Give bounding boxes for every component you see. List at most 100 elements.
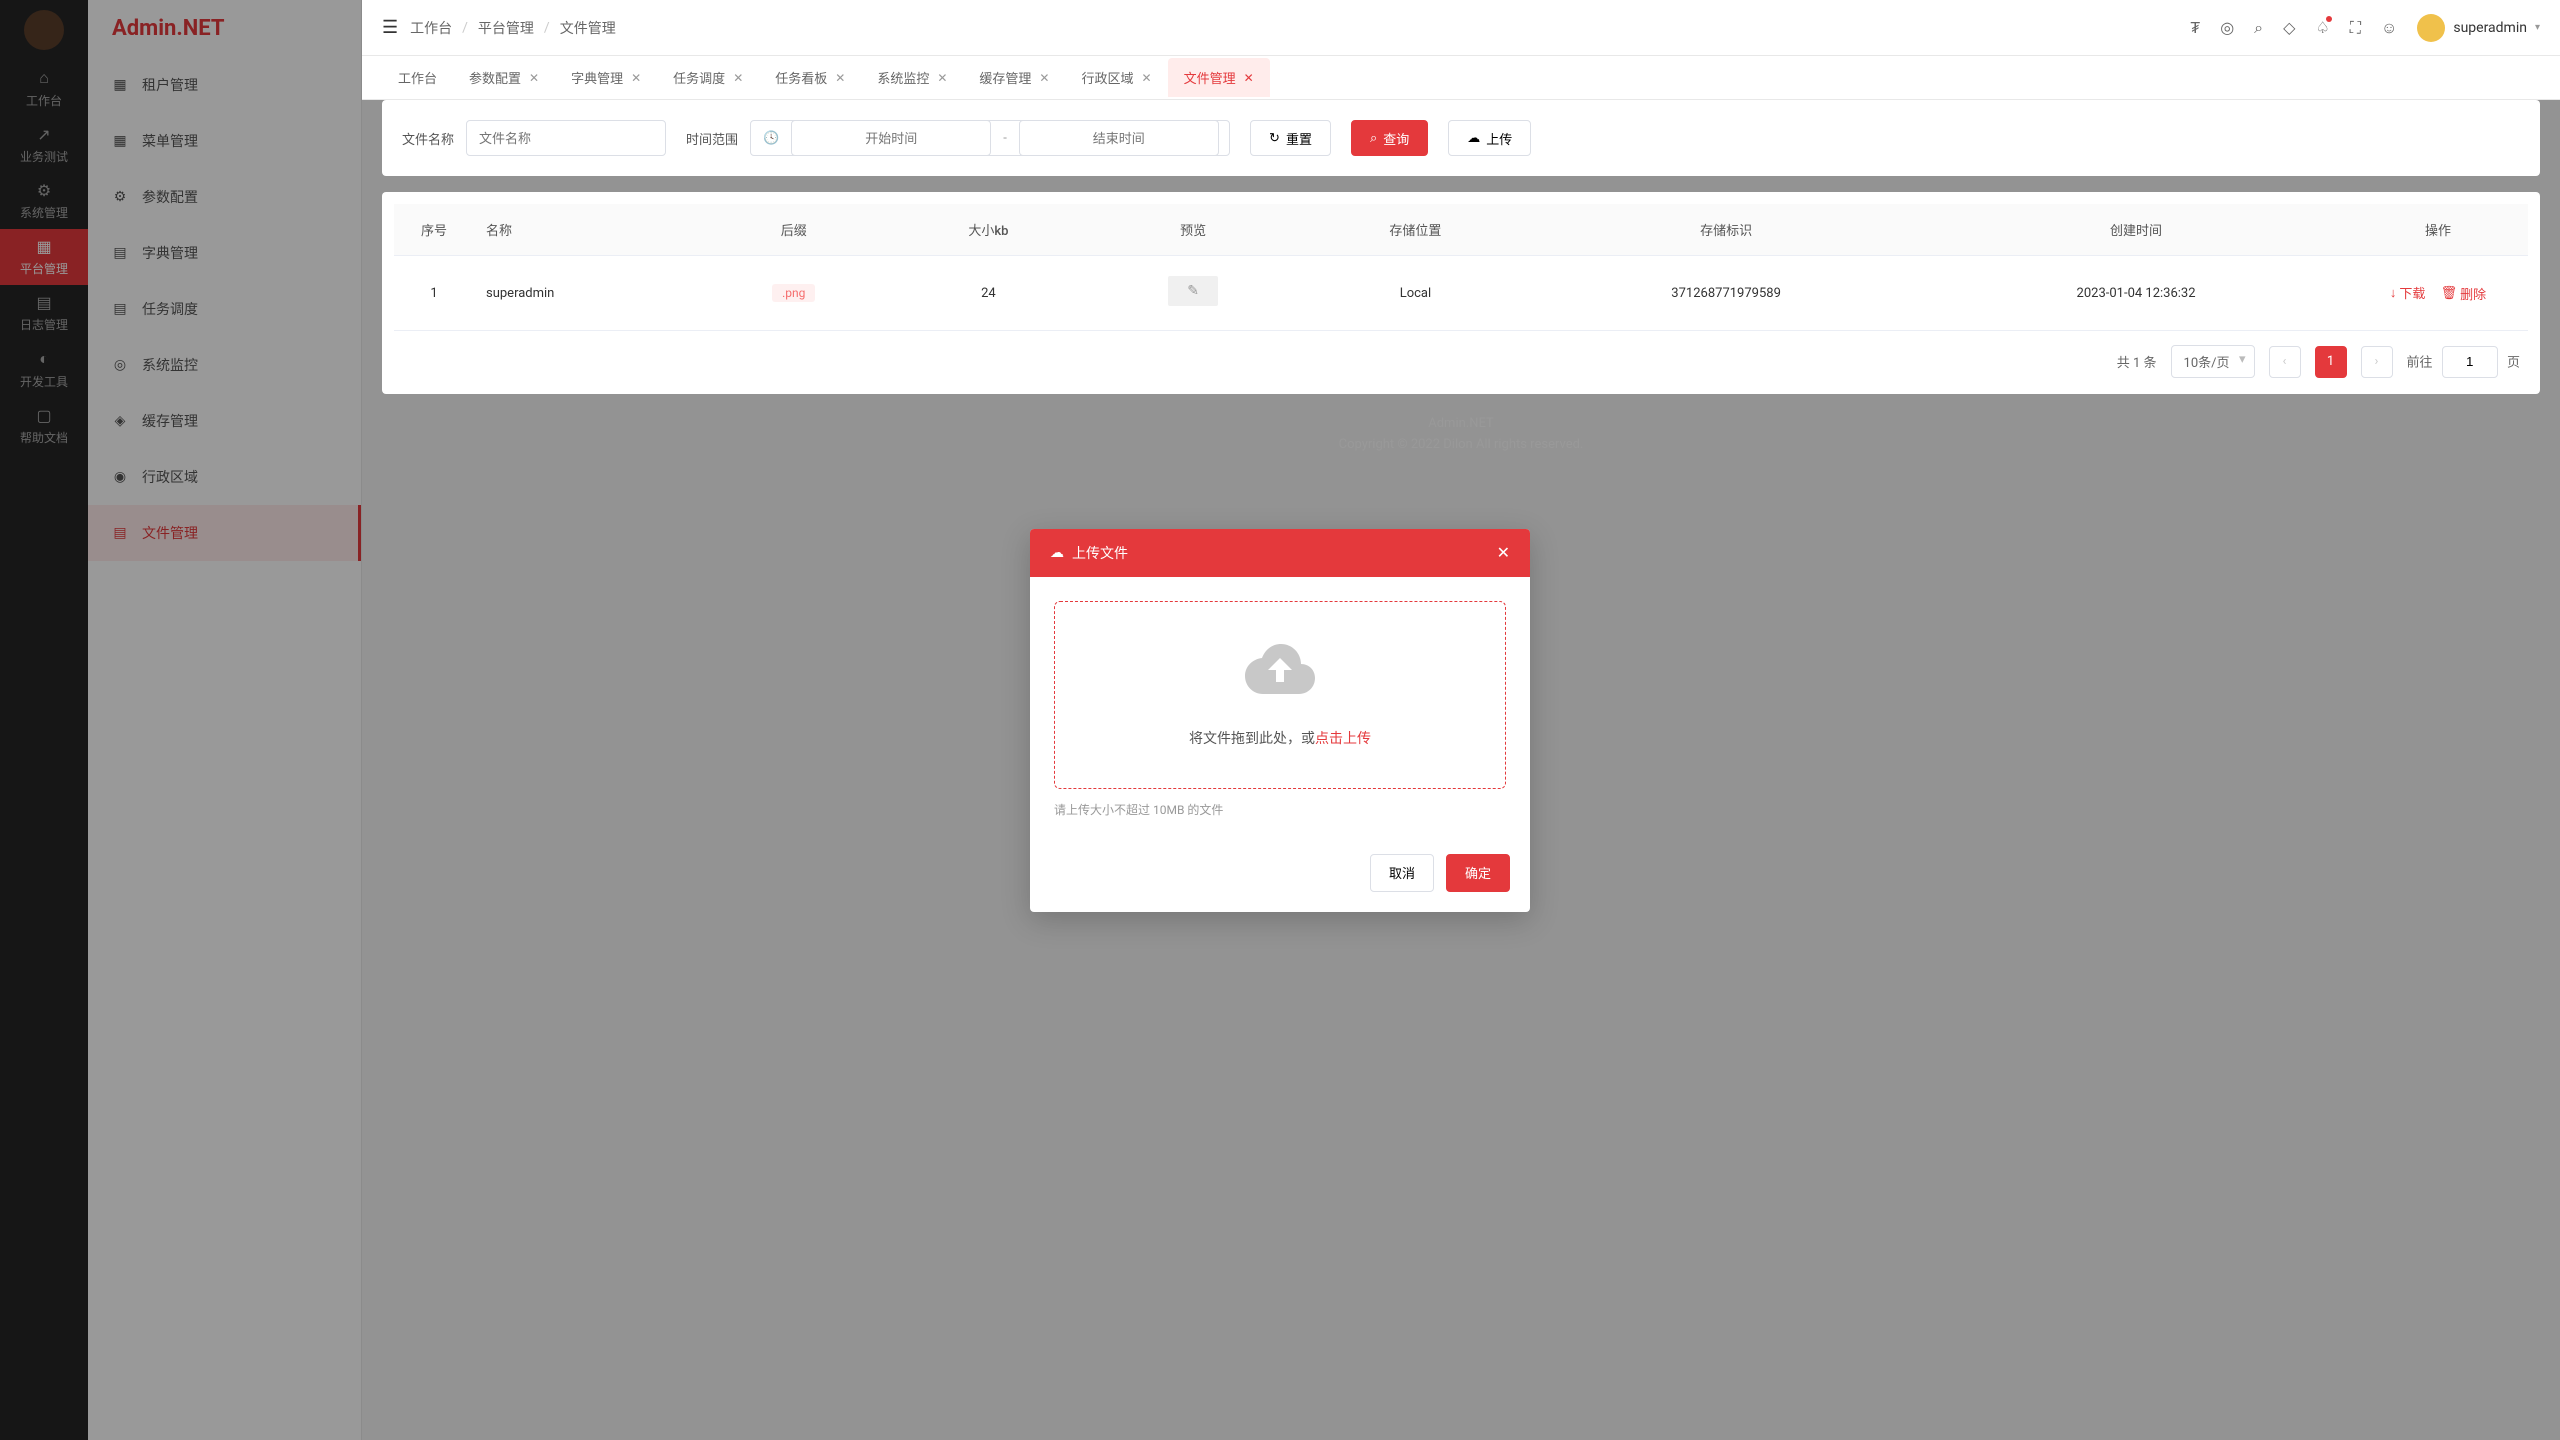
next-page-button[interactable]: › bbox=[2361, 346, 2393, 378]
reset-button[interactable]: ↻ 重置 bbox=[1250, 120, 1331, 156]
th-ops: 操作 bbox=[2348, 204, 2528, 256]
search-button[interactable]: ⌕查询 bbox=[1351, 120, 1428, 156]
header-left: ☰ 工作台 / 平台管理 / 文件管理 bbox=[382, 17, 616, 38]
font-icon[interactable]: ₮ bbox=[2190, 18, 2200, 38]
tab-file[interactable]: 文件管理 ✕ bbox=[1168, 58, 1270, 97]
cloud-up-icon: ☁ bbox=[1467, 130, 1480, 146]
prev-page-button[interactable]: ‹ bbox=[2269, 346, 2301, 378]
cell-ops: ↓下载 🗑删除 bbox=[2348, 256, 2528, 331]
search-icon[interactable]: ⌕ bbox=[2254, 18, 2263, 38]
refresh-icon: ↻ bbox=[1269, 130, 1280, 146]
tab-schedule[interactable]: 任务调度 ✕ bbox=[657, 58, 759, 97]
target-icon[interactable]: ◎ bbox=[2220, 18, 2234, 37]
tab-label: 任务调度 bbox=[673, 68, 725, 87]
header: ☰ 工作台 / 平台管理 / 文件管理 ₮ ◎ ⌕ ◇ ♤ ⛶ ☺ supera… bbox=[362, 0, 2560, 56]
cell-seq: 1 bbox=[394, 256, 474, 331]
download-link[interactable]: ↓下载 bbox=[2390, 283, 2426, 302]
filter-time: 时间范围 🕓 - bbox=[686, 120, 1230, 156]
tab-label: 字典管理 bbox=[571, 68, 623, 87]
username: superadmin bbox=[2453, 20, 2527, 36]
close-icon[interactable]: ✕ bbox=[529, 71, 539, 85]
breadcrumb-item[interactable]: 平台管理 bbox=[478, 18, 534, 38]
page-total: 共 1 条 bbox=[2117, 352, 2157, 371]
tab-board[interactable]: 任务看板✕ bbox=[759, 58, 861, 97]
user-icon[interactable]: ☺ bbox=[2381, 18, 2397, 38]
footer-copyright: Copyright © 2022 Dilon All rights reserv… bbox=[402, 435, 2520, 456]
close-icon[interactable]: ✕ bbox=[835, 71, 845, 85]
cell-ident: 371268771979589 bbox=[1528, 256, 1924, 331]
close-icon[interactable]: ✕ bbox=[631, 71, 641, 85]
tab-monitor[interactable]: 系统监控✕ bbox=[861, 58, 963, 97]
breadcrumb: 工作台 / 平台管理 / 文件管理 bbox=[410, 18, 616, 38]
date-range[interactable]: 🕓 - bbox=[750, 120, 1230, 156]
delete-link[interactable]: 🗑删除 bbox=[2441, 284, 2487, 303]
tab-bar: 工作台 参数配置✕ 字典管理✕ 任务调度✕ 任务看板✕ 系统监控✕ 缓存管理✕ … bbox=[362, 56, 2560, 100]
cell-created: 2023-01-04 12:36:32 bbox=[1924, 256, 2348, 331]
user-dropdown[interactable]: superadmin ▾ bbox=[2417, 14, 2540, 42]
table-row: 1 superadmin .png 24 Local 3712687719795… bbox=[394, 256, 2528, 331]
cell-ext: .png bbox=[694, 256, 893, 331]
th-location: 存储位置 bbox=[1303, 204, 1528, 256]
preview-thumb[interactable] bbox=[1168, 276, 1218, 306]
jump-input[interactable] bbox=[2442, 346, 2498, 378]
page-1-button[interactable]: 1 bbox=[2315, 346, 2347, 378]
fullscreen-icon[interactable]: ⛶ bbox=[2350, 18, 2361, 38]
op-label: 下载 bbox=[2399, 283, 2425, 302]
tab-label: 参数配置 bbox=[469, 68, 521, 87]
filter-name: 文件名称 bbox=[402, 120, 666, 156]
tab-region[interactable]: 行政区域 ✕ bbox=[1065, 58, 1167, 97]
avatar bbox=[2417, 14, 2445, 42]
tab-label: 文件管理 bbox=[1184, 68, 1236, 87]
op-label: 删除 bbox=[2460, 284, 2486, 303]
tab-workbench[interactable]: 工作台 bbox=[382, 58, 453, 97]
btn-label: 上传 bbox=[1486, 129, 1512, 148]
main-area: ☰ 工作台 / 平台管理 / 文件管理 ₮ ◎ ⌕ ◇ ♤ ⛶ ☺ supera… bbox=[362, 0, 2560, 1440]
th-ident: 存储标识 bbox=[1528, 204, 1924, 256]
cell-preview bbox=[1083, 256, 1302, 331]
breadcrumb-sep: / bbox=[462, 20, 468, 36]
th-seq: 序号 bbox=[394, 204, 474, 256]
page-size-select[interactable]: 10条/页 bbox=[2171, 345, 2255, 378]
close-icon[interactable]: ✕ bbox=[1039, 71, 1049, 85]
btn-label: 重置 bbox=[1286, 129, 1312, 148]
range-dash: - bbox=[1003, 131, 1007, 146]
close-icon[interactable]: ✕ bbox=[1244, 71, 1254, 85]
tab-label: 行政区域 bbox=[1081, 68, 1133, 87]
chevron-down-icon: ▾ bbox=[2535, 22, 2540, 33]
cell-location: Local bbox=[1303, 256, 1528, 331]
content: 文件名称 时间范围 🕓 - ↻ 重置 ⌕查询 ☁ 上传 序号 bbox=[362, 100, 2560, 1440]
breadcrumb-sep: / bbox=[544, 20, 550, 36]
page-size-label: 10条/页 bbox=[2184, 356, 2230, 371]
th-name: 名称 bbox=[474, 204, 694, 256]
th-ext: 后缀 bbox=[694, 204, 893, 256]
page-jump: 前往 页 bbox=[2407, 346, 2521, 378]
tab-dict[interactable]: 字典管理 ✕ bbox=[555, 58, 657, 97]
upload-button[interactable]: ☁ 上传 bbox=[1448, 120, 1531, 156]
start-date-input[interactable] bbox=[791, 120, 991, 156]
th-created: 创建时间 bbox=[1924, 204, 2348, 256]
table-wrap: 序号 名称 后缀 大小kb 预览 存储位置 存储标识 创建时间 操作 1 sup bbox=[382, 192, 2540, 394]
cell-size: 24 bbox=[893, 256, 1083, 331]
footer-title: Admin.NET bbox=[402, 414, 2520, 435]
close-icon[interactable]: ✕ bbox=[1142, 71, 1152, 85]
tab-params[interactable]: 参数配置 ✕ bbox=[453, 58, 555, 97]
jump-suffix: 页 bbox=[2507, 355, 2520, 370]
filter-name-input[interactable] bbox=[466, 120, 666, 156]
close-icon[interactable]: ✕ bbox=[733, 71, 743, 85]
table-header-row: 序号 名称 后缀 大小kb 预览 存储位置 存储标识 创建时间 操作 bbox=[394, 204, 2528, 256]
bell-icon[interactable]: ♤ bbox=[2315, 18, 2329, 37]
tab-cache[interactable]: 缓存管理 ✕ bbox=[963, 58, 1065, 97]
search-icon: ⌕ bbox=[1370, 130, 1377, 146]
breadcrumb-item[interactable]: 工作台 bbox=[410, 18, 452, 38]
clock-icon: 🕓 bbox=[763, 131, 779, 146]
trash-icon: 🗑 bbox=[2441, 286, 2458, 301]
end-date-input[interactable] bbox=[1019, 120, 1219, 156]
hamburger-icon[interactable]: ☰ bbox=[382, 17, 398, 38]
tab-label: 工作台 bbox=[398, 68, 437, 87]
close-icon[interactable]: ✕ bbox=[937, 71, 947, 85]
page-num: 1 bbox=[2327, 354, 2334, 369]
tab-label: 缓存管理 bbox=[979, 68, 1031, 87]
jump-label: 前往 bbox=[2407, 355, 2433, 370]
palette-icon[interactable]: ◇ bbox=[2283, 18, 2295, 37]
header-right: ₮ ◎ ⌕ ◇ ♤ ⛶ ☺ superadmin ▾ bbox=[2190, 14, 2540, 42]
